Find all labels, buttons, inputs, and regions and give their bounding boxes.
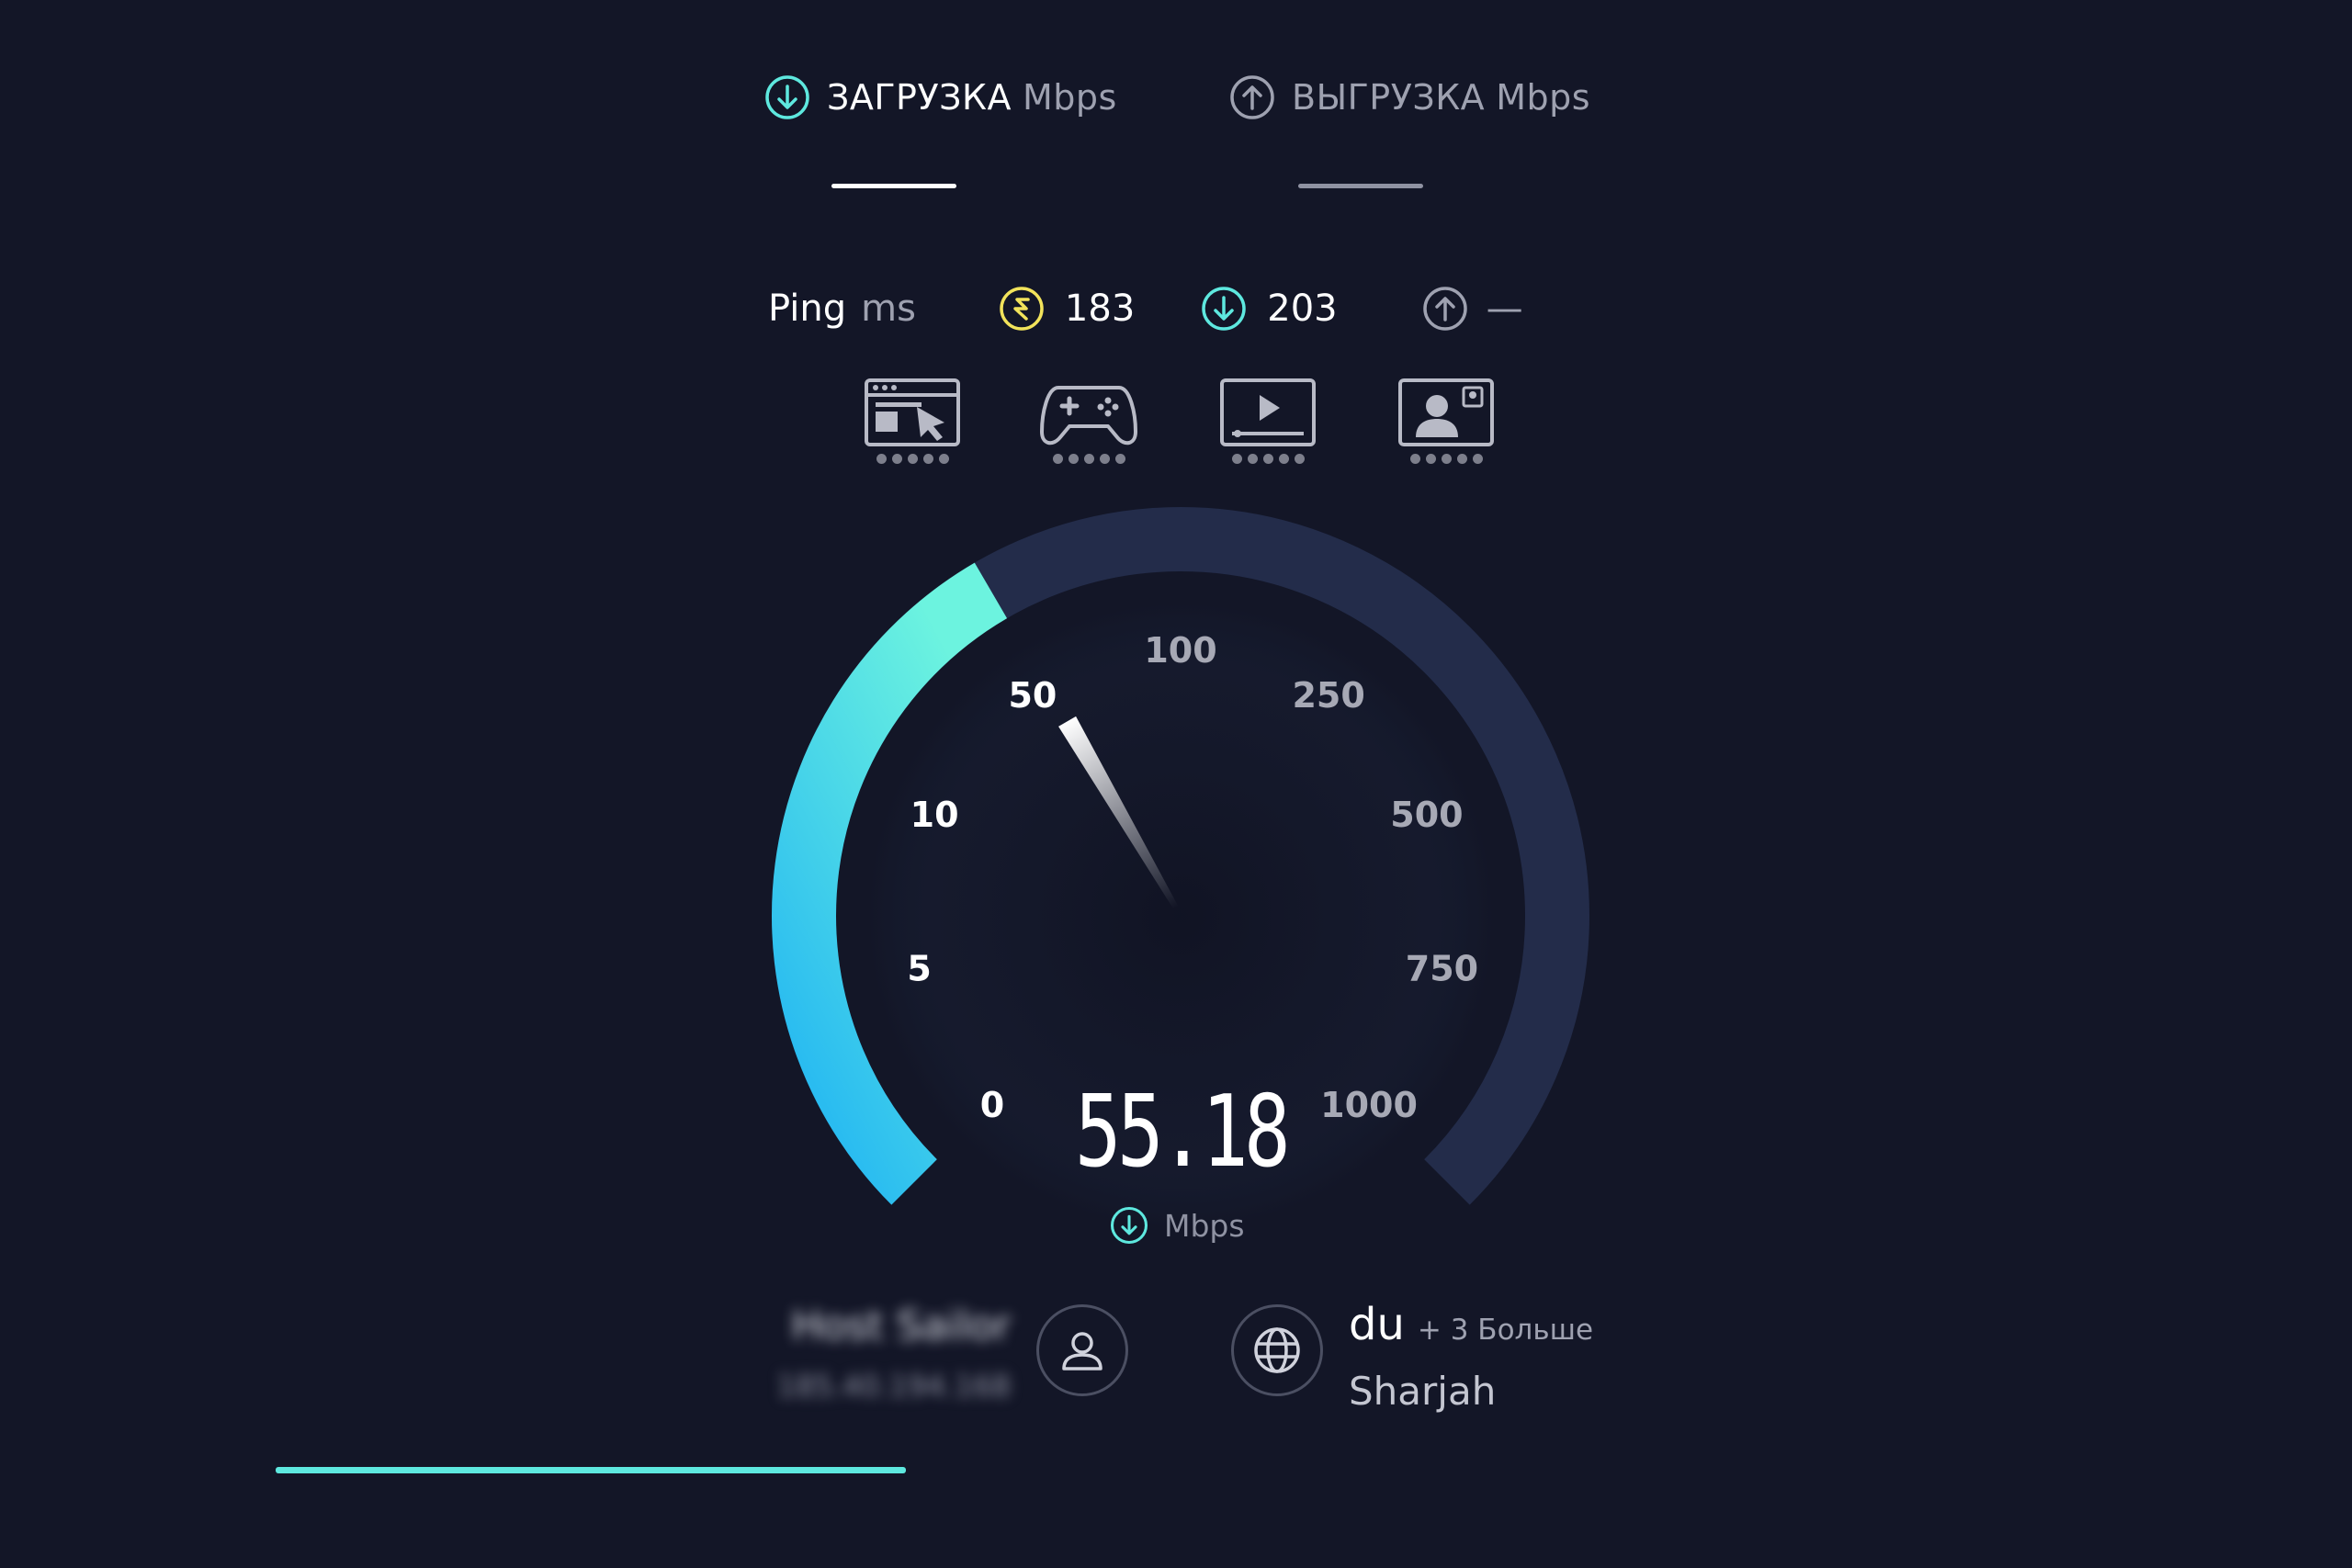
user-icon	[1062, 1332, 1102, 1371]
gauge-tick-label: 250	[1292, 675, 1364, 716]
gauge-tick-label: 10	[910, 795, 959, 835]
isp-name-row: du + 3 Больше	[1349, 1299, 1593, 1350]
gauge-svg: 0 5 10 50 100 250 500 750 1000	[772, 507, 1589, 1228]
isp-more-link[interactable]: + 3 Больше	[1418, 1314, 1593, 1347]
speed-unit: Mbps	[1164, 1207, 1245, 1244]
server-ip: 185.40.194.168	[776, 1369, 1011, 1404]
change-server-button[interactable]	[1036, 1304, 1128, 1396]
isp-location: Sharjah	[1349, 1369, 1497, 1414]
gauge-tick-label: 5	[907, 949, 931, 989]
change-isp-button[interactable]	[1231, 1304, 1323, 1396]
gauge-tick-label: 500	[1390, 795, 1463, 835]
speed-value: 55.18	[1074, 1075, 1291, 1190]
gauge-tick-label: 100	[1144, 630, 1216, 671]
gauge-tick-label: 50	[1008, 675, 1057, 716]
gauge-tick-label: 1000	[1320, 1085, 1418, 1125]
gauge-tick-label: 750	[1406, 949, 1478, 989]
speed-unit-row: Mbps	[1109, 1205, 1245, 1246]
isp-name: du	[1349, 1299, 1405, 1350]
speed-unit-download-icon	[1110, 1206, 1148, 1245]
server-host: Host Sailor	[791, 1303, 1011, 1349]
test-progress-fill	[276, 1467, 906, 1473]
gauge-tick-label: 0	[980, 1085, 1004, 1125]
test-progress-bar	[276, 1467, 2076, 1473]
globe-icon	[1254, 1327, 1300, 1373]
